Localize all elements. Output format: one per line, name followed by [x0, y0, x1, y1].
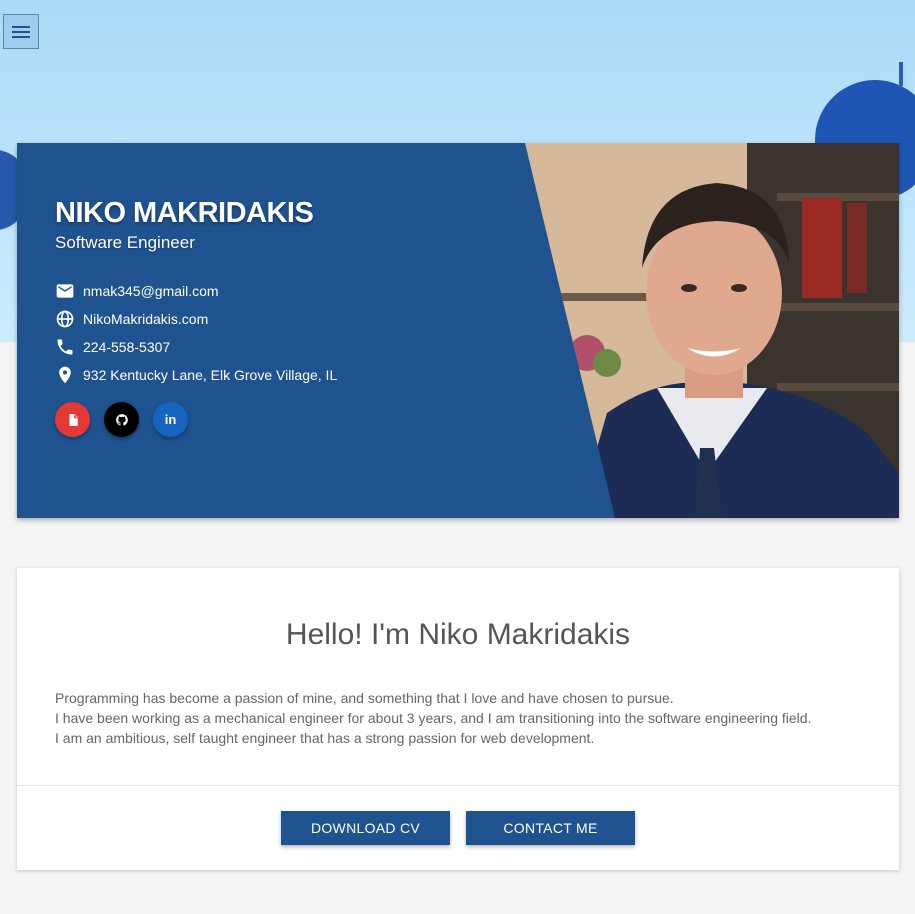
download-cv-button[interactable]: DOWNLOAD CV	[281, 811, 450, 845]
phone-text: 224-558-5307	[83, 339, 171, 355]
linkedin-icon: in	[164, 412, 177, 427]
website-text: NikoMakridakis.com	[83, 311, 209, 327]
dome-cross	[899, 62, 903, 86]
about-line-1: Programming has become a passion of mine…	[55, 690, 674, 706]
document-icon	[69, 413, 78, 426]
profile-card: NIKO MAKRIDAKIS Software Engineer nmak34…	[17, 143, 899, 518]
contact-list: nmak345@gmail.com NikoMakridakis.com 224…	[55, 277, 337, 389]
hamburger-icon	[12, 25, 30, 38]
about-line-3: I am an ambitious, self taught engineer …	[55, 730, 595, 746]
location-pin-icon	[59, 366, 71, 384]
address-text: 932 Kentucky Lane, Elk Grove Village, IL	[83, 367, 338, 383]
contact-me-button[interactable]: CONTACT ME	[466, 811, 635, 845]
profile-name: NIKO MAKRIDAKIS	[55, 197, 314, 229]
menu-button[interactable]	[3, 14, 39, 49]
about-title: Hello! I'm Niko Makridakis	[285, 618, 631, 651]
card-divider	[17, 785, 899, 786]
linkedin-link[interactable]: in	[153, 402, 188, 437]
contact-address[interactable]: 932 Kentucky Lane, Elk Grove Village, IL	[55, 361, 337, 389]
profile-role: Software Engineer	[55, 233, 195, 252]
email-icon	[56, 284, 74, 298]
contact-email[interactable]: nmak345@gmail.com	[55, 277, 337, 305]
globe-icon	[56, 310, 74, 328]
resume-link[interactable]	[55, 402, 90, 437]
contact-website[interactable]: NikoMakridakis.com	[55, 305, 337, 333]
about-line-2: I have been working as a mechanical engi…	[55, 710, 812, 726]
about-text: Programming has become a passion of mine…	[55, 688, 865, 748]
phone-icon	[57, 339, 73, 355]
github-icon	[115, 413, 128, 426]
github-link[interactable]	[104, 402, 139, 437]
social-links: in	[55, 402, 202, 437]
about-card: Hello! I'm Niko Makridakis Programming h…	[17, 568, 899, 870]
contact-phone[interactable]: 224-558-5307	[55, 333, 337, 361]
email-text: nmak345@gmail.com	[83, 283, 219, 299]
